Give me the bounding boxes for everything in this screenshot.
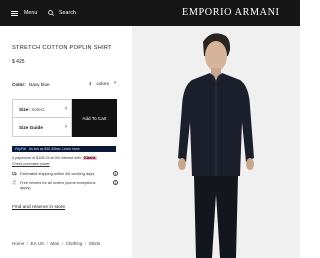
search-button[interactable]: Search <box>48 8 76 18</box>
paypal-logo: PayPal <box>15 147 27 151</box>
breadcrumb: Home / EA US / Man / Clothing / Shirts <box>12 241 100 246</box>
breadcrumb-item[interactable]: Man <box>50 241 59 246</box>
paypal-banner[interactable]: PayPal As low as $40.40/mo. Learn more <box>12 146 116 152</box>
return-arrow-icon <box>12 180 17 185</box>
truck-icon <box>12 172 17 176</box>
info-icon[interactable]: i <box>113 171 118 176</box>
product-image[interactable] <box>132 26 300 258</box>
size-guide-button[interactable]: Size Guide › <box>12 118 72 137</box>
size-label: Size: <box>19 107 30 112</box>
paypal-text: As low as $40.40/mo. Learn more <box>28 147 80 151</box>
colors-selector[interactable]: 4 colors › <box>89 80 116 86</box>
klarna-logo: Klarna <box>82 156 97 160</box>
breadcrumb-item[interactable]: Home <box>12 241 24 246</box>
color-value: Navy blue <box>28 81 50 87</box>
breadcrumb-separator: / <box>46 241 48 246</box>
shipping-text: Estimated shipping within 4/6 working da… <box>20 171 95 176</box>
brand-logo[interactable]: EMPORIO ARMANI <box>182 7 292 19</box>
add-to-cart-label: Add To Cart <box>82 115 107 121</box>
color-row: Color: Navy blue 4 colors › <box>12 80 116 88</box>
model-photo <box>132 26 300 258</box>
breadcrumb-item[interactable]: EA US <box>31 241 45 246</box>
check-purchase-power-link[interactable]: Check purchase power <box>12 162 50 166</box>
breadcrumb-item[interactable]: Shirts <box>89 241 101 246</box>
size-value: Select <box>31 107 45 112</box>
find-in-store-link[interactable]: Find and reserve in store <box>12 205 65 210</box>
product-price: $ 425 <box>12 59 25 65</box>
returns-text: Free returns for all orders (some except… <box>20 180 96 190</box>
breadcrumb-item[interactable]: Clothing <box>66 241 83 246</box>
info-icon[interactable]: i <box>113 180 118 185</box>
breadcrumb-separator: / <box>26 241 29 246</box>
size-selector[interactable]: Size: Select › <box>12 99 72 118</box>
chevron-right-icon: › <box>65 124 67 130</box>
chevron-right-icon: › <box>114 80 116 86</box>
size-guide-text: Size Guide <box>19 125 43 130</box>
hamburger-icon <box>11 10 18 16</box>
menu-label: Menu <box>24 10 38 16</box>
search-label: Search <box>59 10 77 16</box>
breadcrumb-separator: / <box>61 241 64 246</box>
klarna-text: 4 payments of $106.25 at 0% interest wit… <box>12 156 81 160</box>
product-title: STRETCH COTTON POPLIN SHIRT <box>12 45 112 51</box>
color-label: Color: <box>12 81 26 87</box>
search-icon <box>48 10 54 16</box>
size-selector-text: Size: Select <box>19 107 44 112</box>
size-guide-label: Size Guide <box>19 125 43 130</box>
colors-count: 4 <box>88 80 92 86</box>
colors-word: colors <box>96 80 109 86</box>
top-header: Menu Search EMPORIO ARMANI <box>0 0 300 26</box>
add-to-cart-button[interactable]: Add To Cart <box>72 99 117 137</box>
menu-button[interactable]: Menu <box>11 8 37 18</box>
chevron-right-icon: › <box>65 106 67 112</box>
breadcrumb-separator: / <box>84 241 87 246</box>
klarna-message: 4 payments of $106.25 at 0% interest wit… <box>12 156 97 160</box>
